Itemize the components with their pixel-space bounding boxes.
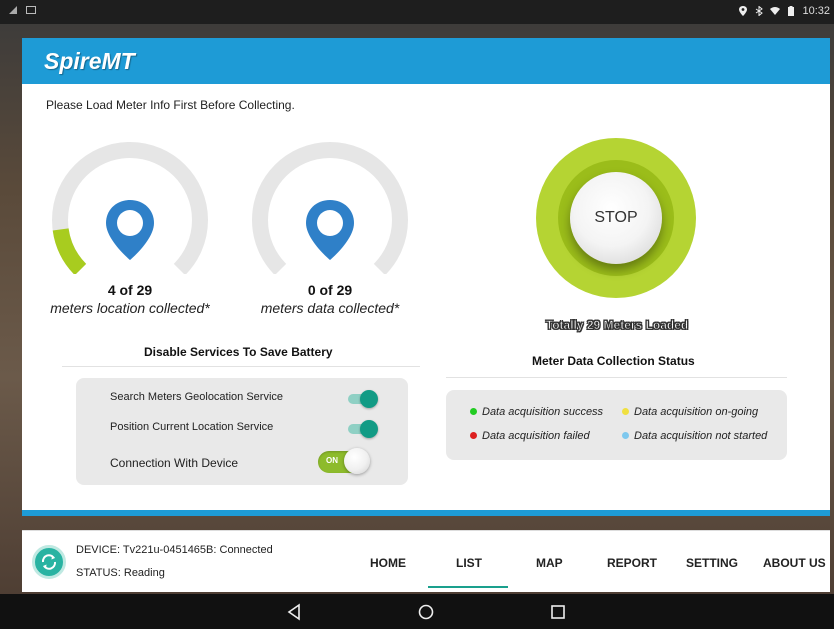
legend-not-started: Data acquisition not started <box>622 430 767 442</box>
legend-success: Data acquisition success <box>470 406 603 418</box>
status-bar: 10:32 <box>0 0 834 24</box>
sync-button[interactable] <box>32 545 66 579</box>
signal-icon <box>9 6 17 14</box>
device-status: STATUS: Reading <box>76 567 165 579</box>
status-time: 10:32 <box>802 5 830 17</box>
collection-divider <box>446 377 787 378</box>
battery-icon <box>788 6 795 16</box>
bluetooth-icon <box>756 6 764 16</box>
toggle-on-text: ON <box>326 456 338 465</box>
load-notice: Please Load Meter Info First Before Coll… <box>46 98 295 112</box>
recents-icon[interactable] <box>548 602 568 622</box>
app-footer-strip <box>22 510 830 516</box>
data-gauge-count: 0 of 29 <box>307 282 353 298</box>
battery-divider <box>62 366 420 367</box>
device-connection-toggle[interactable]: ON <box>318 448 370 474</box>
map-pin-icon <box>106 200 154 260</box>
active-tab-indicator <box>428 586 508 588</box>
nav-map[interactable]: MAP <box>536 556 563 570</box>
geolocation-service-label: Search Meters Geolocation Service <box>110 391 284 403</box>
not-started-dot-icon <box>622 432 629 439</box>
back-icon[interactable] <box>284 602 304 622</box>
data-gauge <box>252 142 408 274</box>
bottom-bar: DEVICE: Tv221u-0451465B: Connected STATU… <box>22 530 830 592</box>
services-panel: Search Meters Geolocation Service Positi… <box>76 378 408 485</box>
location-gauge-count: 4 of 29 <box>107 282 153 298</box>
location-icon <box>739 6 748 16</box>
app-header: SpireMT <box>22 38 830 84</box>
collection-status-title: Meter Data Collection Status <box>532 354 695 368</box>
nav-report[interactable]: REPORT <box>607 556 657 570</box>
image-icon <box>26 6 36 14</box>
failed-dot-icon <box>470 432 477 439</box>
nav-home[interactable]: HOME <box>370 556 406 570</box>
location-gauge-label: meters location collected* <box>50 300 210 316</box>
sync-icon <box>41 554 57 570</box>
home-icon[interactable] <box>416 602 436 622</box>
legend-failed: Data acquisition failed <box>470 430 590 442</box>
ongoing-dot-icon <box>622 408 629 415</box>
data-gauge-label: meters data collected* <box>260 300 400 316</box>
position-service-label: Position Current Location Service <box>110 421 274 433</box>
nav-list[interactable]: LIST <box>456 556 482 570</box>
nav-setting[interactable]: SETTING <box>686 556 738 570</box>
map-pin-icon <box>306 200 354 260</box>
status-legend: Data acquisition success Data acquisitio… <box>446 390 787 460</box>
battery-section-title: Disable Services To Save Battery <box>144 345 333 359</box>
app-title: SpireMT <box>44 48 135 74</box>
legend-ongoing: Data acquisition on-going <box>622 406 758 418</box>
app-window: SpireMT Please Load Meter Info First Bef… <box>22 38 830 516</box>
wifi-icon <box>770 7 781 15</box>
system-nav-bar <box>0 594 834 629</box>
position-service-toggle[interactable] <box>348 420 378 438</box>
device-info: DEVICE: Tv221u-0451465B: Connected <box>76 544 273 556</box>
success-dot-icon <box>470 408 477 415</box>
nav-about-us[interactable]: ABOUT US <box>763 556 826 570</box>
location-gauge <box>52 142 208 274</box>
collection-progress-ring: STOP <box>536 138 696 298</box>
device-connection-label: Connection With Device <box>110 456 239 470</box>
stop-button[interactable]: STOP <box>570 172 662 264</box>
geolocation-service-toggle[interactable] <box>348 390 378 408</box>
location-gauge-progress <box>52 228 87 274</box>
meters-loaded-text: Totally 29 Meters Loaded <box>545 318 689 333</box>
